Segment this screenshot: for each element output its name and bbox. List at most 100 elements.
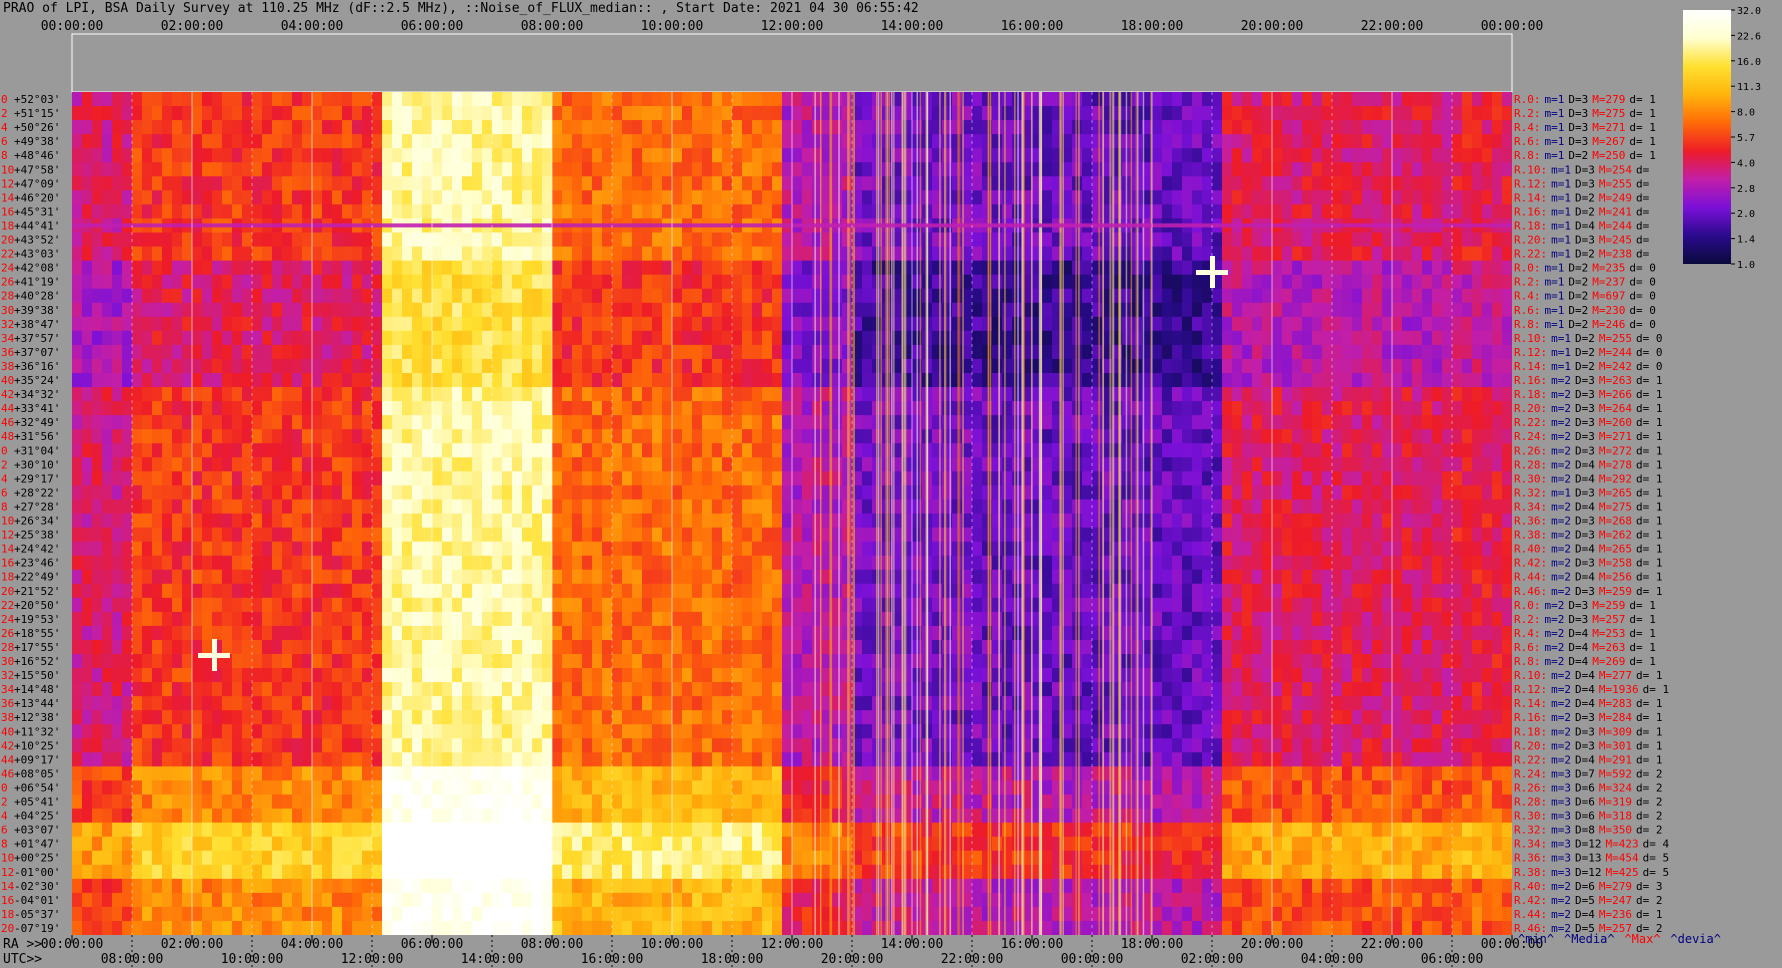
utc-tick: 10:00:00 bbox=[221, 952, 284, 967]
row-stats-label: R.2: m=1 D=2 M=237 d= 0 bbox=[1514, 276, 1656, 289]
row-stats-D: D=3 bbox=[1575, 515, 1595, 528]
row-stats-M: M=250 bbox=[1592, 149, 1625, 162]
row-stats-r: R.34: bbox=[1514, 838, 1547, 851]
row-stats-M: M=254 bbox=[1599, 163, 1632, 176]
row-stats-r: R.14: bbox=[1514, 191, 1547, 204]
row-stats-M: M=278 bbox=[1599, 458, 1632, 471]
row-stats-M: M=257 bbox=[1592, 613, 1625, 626]
row-stats-m: m=2 bbox=[1551, 402, 1571, 415]
row-stats-M: M=309 bbox=[1599, 725, 1632, 738]
declination-label: +05°41' bbox=[14, 796, 60, 809]
declination-label: +22°49' bbox=[14, 571, 60, 584]
row-stats-m: m=2 bbox=[1545, 627, 1565, 640]
row-stats-r: R.26: bbox=[1514, 781, 1547, 794]
row-stats-D: D=4 bbox=[1575, 683, 1595, 696]
row-stats-label: R.2: m=1 D=3 M=275 d= 1 bbox=[1514, 107, 1656, 120]
row-stats-d: d= 1 bbox=[1636, 725, 1663, 738]
row-stats-D: D=5 bbox=[1575, 894, 1595, 907]
row-stats-M: M=249 bbox=[1599, 191, 1632, 204]
row-stats-m: m=2 bbox=[1551, 880, 1571, 893]
row-stats-M: M=301 bbox=[1599, 739, 1632, 752]
row-stats-d: d= 0 bbox=[1636, 346, 1663, 359]
row-stats-d: d= 1 bbox=[1629, 107, 1656, 120]
bottom-axes: RA >>UTC>>00:00:00 02:00:00 04:00:00 06:00:… bbox=[3, 932, 1721, 968]
row-stats-d: d= 1 bbox=[1636, 711, 1663, 724]
row-stats-D: D=4 bbox=[1575, 571, 1595, 584]
declination-label: +35°24' bbox=[14, 374, 60, 387]
row-stats-label: R.14: m=1 D=2 M=249 d= bbox=[1514, 191, 1650, 204]
row-stats-M: M=319 bbox=[1599, 796, 1632, 809]
declination-label: +25°38' bbox=[14, 529, 60, 542]
declination-label: +28°22' bbox=[14, 486, 60, 499]
row-stats-label: R.34: m=3 D=12 M=423 d= 4 bbox=[1514, 838, 1669, 851]
row-stats-m: m=1 bbox=[1545, 121, 1565, 134]
row-stats-d: d= 3 bbox=[1636, 880, 1663, 893]
row-stats-M: M=267 bbox=[1592, 135, 1625, 148]
row-stats-m: m=2 bbox=[1545, 599, 1565, 612]
row-stats-m: m=1 bbox=[1551, 346, 1571, 359]
row-stats-r: R.22: bbox=[1514, 248, 1547, 261]
utc-tick: 08:00:00 bbox=[101, 952, 164, 967]
row-stats-label: R.4: m=1 D=3 M=271 d= 1 bbox=[1514, 121, 1656, 134]
row-stats-label: R.6: m=2 D=4 M=263 d= 1 bbox=[1514, 641, 1656, 654]
row-stats-M: M=266 bbox=[1599, 388, 1632, 401]
row-index-label: 30 bbox=[1, 304, 14, 317]
row-stats-r: R.44: bbox=[1514, 908, 1547, 921]
declination-label: +52°03' bbox=[14, 93, 60, 106]
row-stats-D: D=2 bbox=[1568, 304, 1588, 317]
ra-top-tick: 08:00:00 bbox=[521, 19, 584, 34]
row-stats-label: R.38: m=2 D=3 M=262 d= 1 bbox=[1514, 529, 1663, 542]
row-stats-r: R.26: bbox=[1514, 444, 1547, 457]
row-stats-M: M=258 bbox=[1599, 557, 1632, 570]
colorbar-tick-label: 16.0 bbox=[1737, 57, 1761, 68]
colorbar: 32.0 22.6 16.0 11.3 8.0 5.7 4.0 2.8 2.0 1.4 1.0 bbox=[1683, 6, 1761, 271]
row-stats-d: d= 1 bbox=[1636, 515, 1663, 528]
row-stats-D: D=4 bbox=[1575, 908, 1595, 921]
ra-bottom-tick: 10:00:00 bbox=[641, 937, 704, 952]
row-stats-r: R.40: bbox=[1514, 880, 1547, 893]
row-stats-m: m=2 bbox=[1551, 472, 1571, 485]
declination-label: +33°41' bbox=[14, 402, 60, 415]
declination-label: +09°17' bbox=[14, 753, 60, 766]
row-stats-label: R.22: m=1 D=2 M=238 d= bbox=[1514, 248, 1650, 261]
row-stats-D: D=3 bbox=[1575, 711, 1595, 724]
row-stats-m: m=2 bbox=[1551, 557, 1571, 570]
row-stats-M: M=263 bbox=[1599, 374, 1632, 387]
row-stats-d: d= 1 bbox=[1636, 430, 1663, 443]
row-stats-M: M=235 bbox=[1592, 262, 1625, 275]
row-stats-M: M=245 bbox=[1599, 234, 1632, 247]
row-stats-D: D=2 bbox=[1575, 248, 1595, 261]
row-stats-m: m=1 bbox=[1551, 486, 1571, 499]
ra-bottom-tick: 12:00:00 bbox=[761, 937, 824, 952]
row-stats-M: M=318 bbox=[1599, 810, 1632, 823]
row-stats-r: R.10: bbox=[1514, 332, 1547, 345]
row-index-label: 44 bbox=[1, 402, 15, 415]
row-index-label: 18 bbox=[1, 571, 14, 584]
row-stats-label: R.44: m=2 D=4 M=236 d= 1 bbox=[1514, 908, 1663, 921]
row-stats-d: d= bbox=[1636, 163, 1650, 176]
ra-bottom-tick: 14:00:00 bbox=[881, 937, 944, 952]
row-stats-label: R.38: m=3 D=12 M=425 d= 5 bbox=[1514, 866, 1669, 879]
row-stats-M: M=454 bbox=[1606, 852, 1639, 865]
row-stats-M: M=247 bbox=[1599, 894, 1632, 907]
row-stats-r: R.22: bbox=[1514, 416, 1547, 429]
row-stats-label: R.14: m=1 D=2 M=242 d= 0 bbox=[1514, 360, 1663, 373]
utc-tick: 02:00:00 bbox=[1181, 952, 1244, 967]
row-stats-d: d= 2 bbox=[1636, 810, 1663, 823]
row-index-label: 18 bbox=[1, 908, 14, 921]
row-stats-label: R.16: m=2 D=3 M=263 d= 1 bbox=[1514, 374, 1663, 387]
row-stats-r: R.44: bbox=[1514, 571, 1547, 584]
row-stats-m: m=1 bbox=[1551, 360, 1571, 373]
row-stats-M: M=230 bbox=[1592, 304, 1625, 317]
row-stats-m: m=2 bbox=[1551, 725, 1571, 738]
row-stats-M: M=236 bbox=[1599, 908, 1632, 921]
row-stats-D: D=2 bbox=[1575, 360, 1595, 373]
row-stats-D: D=13 bbox=[1575, 852, 1602, 865]
row-index-label: 24 bbox=[1, 613, 15, 626]
row-index-label: 24 bbox=[1, 262, 15, 275]
declination-label: +41°19' bbox=[14, 276, 60, 289]
row-stats-label: R.12: m=1 D=3 M=255 d= bbox=[1514, 177, 1650, 190]
row-stats-d: d= 0 bbox=[1629, 276, 1656, 289]
declination-label: +43°03' bbox=[14, 248, 60, 261]
row-stats-r: R.22: bbox=[1514, 753, 1547, 766]
